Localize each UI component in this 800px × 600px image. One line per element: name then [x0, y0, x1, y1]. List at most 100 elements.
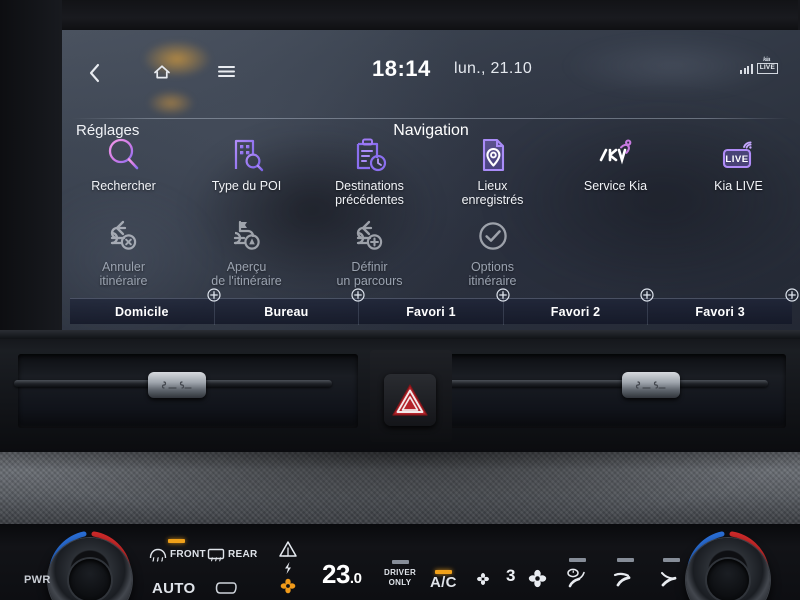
favorite-slot-favori-1[interactable]: Favori 1 [359, 287, 510, 325]
label-line-2: enregistrés [461, 193, 524, 207]
nav-item-definir-un-parcours[interactable]: Définir un parcours [308, 207, 431, 288]
temp-value: 23 [322, 559, 350, 589]
label-line-1: Annuler [101, 260, 146, 274]
hazard-warning-button[interactable] [384, 374, 436, 426]
nav-item-kia-live[interactable]: LIVE Kia LIVE [677, 126, 800, 207]
auto-label: AUTO [152, 580, 196, 597]
nav-item-label: Type du POI [211, 179, 282, 193]
indicator-light [391, 560, 409, 564]
nav-item-annuler-itineraire[interactable]: Annuler itinéraire [62, 207, 185, 288]
label-line-1: Lieux [477, 179, 508, 193]
knob-inner [707, 559, 749, 600]
driver-only-button[interactable]: DRIVER ONLY [384, 560, 416, 588]
airflow-face-windshield-button[interactable] [564, 558, 590, 588]
favorite-slot-favori-3[interactable]: Favori 3 [648, 287, 799, 325]
carbon-fiber-trim [0, 452, 800, 524]
dashboard-trim [0, 330, 800, 458]
add-waypoint-route-icon [349, 215, 391, 257]
label-line-1: DRIVER [384, 568, 417, 577]
warning-triangle-icon [279, 541, 297, 557]
fan-speed-level: 3 [506, 566, 516, 585]
screen-reflection-warm [147, 90, 195, 116]
label-line-1: Définir [351, 260, 388, 274]
nav-item-label: Lieux enregistrés [462, 179, 524, 207]
kia-live-wifi-icon: LIVE [717, 134, 761, 176]
dashboard: 18:14 lun., 21.10 kia LIVE Réglages Navi… [0, 0, 800, 600]
air-vent-right [442, 354, 786, 428]
back-icon[interactable] [88, 63, 101, 88]
route-preview-icon [226, 215, 268, 257]
saved-place-card-pin-icon [473, 134, 513, 176]
favorites-bar: Domicile Bureau Favori 1 Favori 2 Favori… [70, 287, 799, 325]
seat-heater-button[interactable] [213, 576, 243, 596]
favorite-slot-favori-2[interactable]: Favori 2 [504, 287, 654, 325]
ac-button[interactable]: A/C [430, 570, 457, 591]
indicator-light [223, 539, 240, 543]
favorite-label: Favori 3 [695, 304, 745, 319]
nav-item-label: Kia LIVE [714, 179, 763, 193]
vent-slider-left[interactable] [148, 372, 206, 398]
poi-building-search-icon [227, 134, 267, 176]
nav-item-rechercher[interactable]: Rechercher [62, 126, 185, 207]
infotainment-screen[interactable]: 18:14 lun., 21.10 kia LIVE Réglages Navi… [62, 30, 800, 330]
nav-item-options-itineraire[interactable]: Options itinéraire [431, 207, 554, 288]
label-line-2: ONLY [388, 578, 412, 587]
airflow-face-windshield-icon [567, 568, 585, 588]
nav-item-label: Options itinéraire [469, 260, 517, 288]
rear-defrost-label: REAR [228, 548, 258, 560]
clock: 18:14 [372, 56, 431, 81]
fan-increase-icon [528, 569, 547, 588]
label-line-1: Aperçu [226, 260, 267, 274]
date-label: lun., 21.10 [454, 60, 533, 77]
rear-defrost-button[interactable]: REAR [206, 539, 258, 562]
nav-item-apercu-itineraire[interactable]: Aperçu de l'itinéraire [185, 207, 308, 288]
rear-defrost-icon [207, 548, 225, 562]
nav-item-lieux-enregistres[interactable]: Lieux enregistrés [431, 126, 554, 207]
driver-only-label: DRIVER ONLY [384, 568, 416, 588]
live-badge: LIVE [756, 63, 778, 74]
status-bar: 18:14 lun., 21.10 kia LIVE [62, 30, 800, 83]
fan-increase-button[interactable] [528, 569, 547, 588]
favorite-label: Bureau [264, 304, 309, 319]
kia-wrench-icon [593, 134, 639, 176]
vent-slider-handle-icon [635, 380, 666, 389]
nav-item-type-du-poi[interactable]: Type du POI [185, 126, 308, 207]
nav-item-label: Rechercher [91, 179, 156, 193]
nav-item-label: Service Kia [583, 179, 648, 193]
auto-climate-button[interactable]: AUTO [152, 580, 196, 597]
label-line-2: itinéraire [99, 274, 148, 288]
nav-grid-empty-cell [677, 207, 800, 288]
vent-louver-right[interactable] [438, 380, 768, 387]
trim-lip [0, 330, 800, 339]
climate-control-panel: PWR FRONT REAR AUTO 23.0 DRIVER ONLY A/C… [0, 524, 800, 600]
fan-decrease-button[interactable] [476, 572, 490, 586]
indicator-light [168, 539, 186, 543]
fan-decrease-icon [477, 573, 489, 585]
favorite-slot-domicile[interactable]: Domicile [70, 287, 221, 325]
knob-inner [69, 559, 111, 600]
hazard-warning-triangle-icon [392, 384, 428, 416]
label-line-2: un parcours [336, 274, 403, 288]
ac-label: A/C [430, 574, 457, 591]
bezel-top [0, 0, 800, 30]
nav-grid-row-2: Annuler itinéraire Aperçu de l'itinérair… [62, 207, 800, 288]
favorite-slot-bureau[interactable]: Bureau [215, 287, 365, 325]
nav-item-service-kia[interactable]: Service Kia [554, 126, 677, 207]
route-options-check-icon [473, 215, 513, 257]
label-line-2: précédentes [335, 193, 404, 207]
nav-item-destinations-precedentes[interactable]: Destinations précédentes [308, 126, 431, 207]
home-icon[interactable] [152, 63, 172, 86]
airflow-face-icon [613, 572, 631, 587]
bezel-left [0, 0, 62, 330]
label-line-1: Options [470, 260, 515, 274]
nav-grid-empty-cell [554, 207, 677, 288]
vent-slider-handle-icon [161, 380, 192, 389]
vent-slider-right[interactable] [622, 372, 680, 398]
airflow-face-button[interactable] [612, 558, 638, 588]
seat-heater-icon [215, 582, 237, 594]
nav-item-label: Annuler itinéraire [100, 260, 148, 288]
front-defrost-label: FRONT [170, 548, 206, 560]
hamburger-menu-icon[interactable] [217, 63, 236, 84]
plus-circle-icon[interactable] [785, 287, 799, 302]
front-defrost-button[interactable]: FRONT [148, 539, 206, 562]
